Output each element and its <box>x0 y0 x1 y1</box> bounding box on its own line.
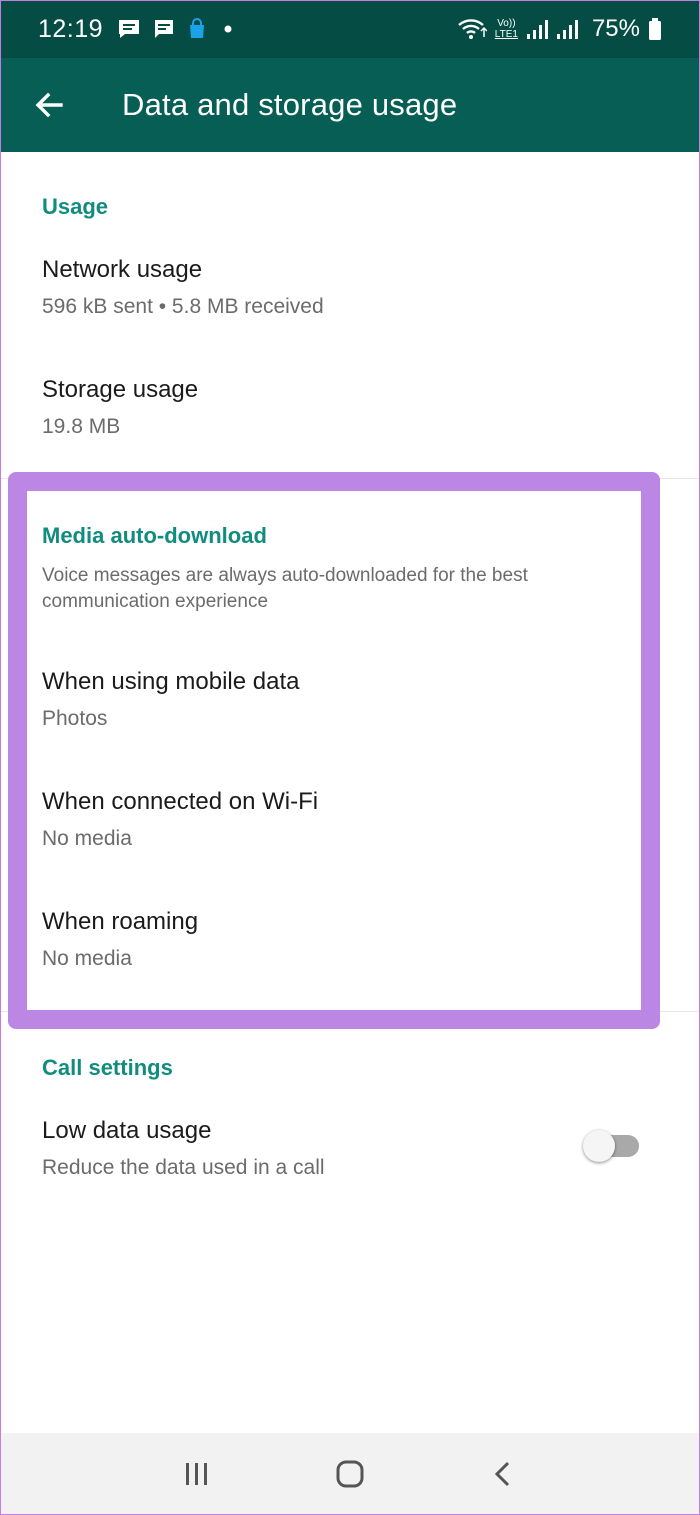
roaming-title: When roaming <box>42 908 199 935</box>
arrow-left-icon <box>35 92 63 118</box>
roaming-item[interactable]: When roaming No media <box>42 908 640 971</box>
home-button[interactable] <box>320 1444 380 1504</box>
mobile-data-title: When using mobile data <box>42 668 300 695</box>
wifi-item[interactable]: When connected on Wi-Fi No media <box>42 788 640 851</box>
divider <box>0 1011 700 1012</box>
app-bar: Data and storage usage <box>0 58 700 152</box>
storage-usage-subtitle: 19.8 MB <box>42 415 121 438</box>
wifi-icon <box>457 17 487 41</box>
volte-label: Vo)) <box>497 18 516 29</box>
shopping-bag-icon <box>187 18 207 40</box>
recent-apps-icon <box>185 1463 207 1485</box>
wifi-subtitle: No media <box>42 827 132 850</box>
divider <box>0 478 700 479</box>
network-usage-subtitle: 596 kB sent • 5.8 MB received <box>42 295 324 318</box>
section-header-media-auto-download: Media auto-download <box>42 523 267 548</box>
status-time: 12:19 <box>38 14 104 43</box>
back-icon <box>495 1461 510 1487</box>
home-icon <box>336 1460 364 1488</box>
nav-back-button[interactable] <box>473 1444 533 1504</box>
roaming-subtitle: No media <box>42 947 132 970</box>
recent-apps-button[interactable] <box>167 1444 227 1504</box>
chat-icon <box>153 18 175 40</box>
section-header-call-settings: Call settings <box>42 1055 173 1080</box>
mobile-data-item[interactable]: When using mobile data Photos <box>42 668 640 731</box>
network-usage-item[interactable]: Network usage 596 kB sent • 5.8 MB recei… <box>42 256 640 319</box>
page-title: Data and storage usage <box>122 87 458 122</box>
battery-icon <box>648 17 662 41</box>
back-button[interactable] <box>22 78 76 132</box>
voice-messages-note: Voice messages are always auto-downloade… <box>42 565 528 612</box>
nav-bar <box>0 1433 700 1515</box>
mobile-data-subtitle: Photos <box>42 707 108 730</box>
toggle-thumb <box>583 1130 615 1162</box>
volte-icon: Vo)) LTE1 <box>495 18 518 40</box>
lte-label: LTE1 <box>494 29 518 40</box>
signal-strength-2-icon <box>556 18 578 40</box>
section-header-usage: Usage <box>42 194 109 219</box>
wifi-title: When connected on Wi-Fi <box>42 788 319 815</box>
dot-icon <box>219 20 237 38</box>
message-icon <box>117 18 141 40</box>
low-data-usage-toggle[interactable] <box>583 1130 639 1162</box>
status-bar: 12:19 Vo)) LTE1 75% <box>0 0 700 58</box>
status-right: Vo)) LTE1 75% <box>457 15 662 43</box>
status-left: 12:19 <box>38 15 237 44</box>
network-usage-title: Network usage <box>42 256 203 283</box>
low-data-usage-title: Low data usage <box>42 1117 212 1144</box>
low-data-usage-subtitle: Reduce the data used in a call <box>42 1156 325 1179</box>
low-data-usage-item[interactable]: Low data usage Reduce the data used in a… <box>42 1117 560 1180</box>
screenshot-border <box>0 0 700 1515</box>
battery-percent: 75% <box>591 15 640 42</box>
storage-usage-title: Storage usage <box>42 376 199 403</box>
signal-strength-icon <box>526 18 548 40</box>
storage-usage-item[interactable]: Storage usage 19.8 MB <box>42 376 640 439</box>
